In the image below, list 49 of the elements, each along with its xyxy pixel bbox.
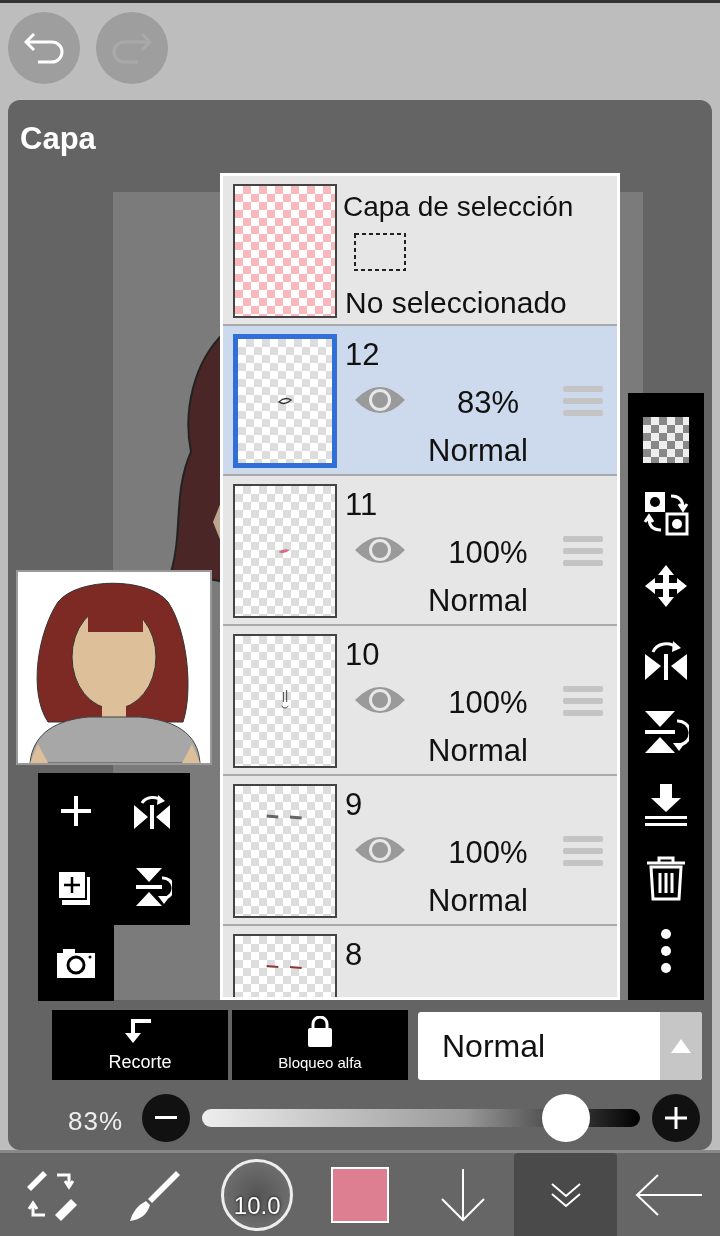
selection-layer-row[interactable]: Capa de selección No seleccionado (223, 176, 617, 326)
layer-opacity: 100% (447, 684, 529, 722)
decrease-button[interactable] (142, 1094, 190, 1142)
blend-mode-label: Normal (427, 732, 529, 770)
checkerboard-icon (643, 416, 689, 463)
caret-up-icon (671, 1039, 691, 1053)
layer-opacity: 100% (447, 534, 529, 572)
opacity-reading: 83% (68, 1105, 124, 1138)
layer-row[interactable]: 12 83% Normal (223, 326, 617, 476)
blend-mode-label: Normal (427, 582, 529, 620)
minus-icon (155, 1116, 177, 1120)
blend-mode-label: Normal (427, 882, 529, 920)
layer-number: 8 (345, 936, 363, 974)
selection-icon (353, 232, 407, 272)
layer-number: 10 (345, 636, 380, 674)
merge-down-icon (643, 781, 689, 828)
drag-handle-icon (563, 834, 603, 868)
flip-vertical-icon (643, 708, 689, 755)
opacity-slider[interactable] (202, 1094, 640, 1142)
layer-number: 11 (345, 486, 378, 524)
layer-row[interactable]: 11 100% Normal (223, 476, 617, 626)
drag-handle-icon (563, 684, 603, 718)
plus-icon (665, 1107, 687, 1129)
slider-thumb[interactable] (541, 1094, 590, 1142)
plus-icon (59, 794, 93, 828)
layer-row[interactable]: 10 100% Normal (223, 626, 617, 776)
back-arrow-icon (633, 1172, 704, 1217)
blend-mode-label: Normal (427, 432, 529, 470)
alpha-lock-icon (305, 1015, 335, 1048)
alpha-lock-button[interactable]: Bloqueo alfa (232, 1010, 408, 1080)
selection-status: No seleccionado (345, 285, 567, 321)
layer-number: 12 (345, 336, 380, 374)
drag-handle-icon (563, 384, 603, 418)
layer-row[interactable]: 8 (223, 926, 617, 997)
camera-icon (55, 947, 97, 979)
drag-handle-icon (563, 534, 603, 568)
layer-name: Capa de selección (343, 190, 574, 224)
increase-button[interactable] (652, 1094, 700, 1142)
layer-opacity: 100% (447, 834, 529, 872)
layer-opacity: 83% (455, 384, 520, 422)
blend-mode-dropdown[interactable]: Normal (418, 1012, 702, 1080)
swap-squares-icon (643, 489, 689, 536)
clipping-button[interactable]: Recorte (52, 1010, 228, 1080)
camera-button[interactable] (38, 925, 114, 1001)
more-vertical-icon (659, 927, 673, 974)
panel-title: Capa (20, 120, 96, 158)
layer-row[interactable]: 9 100% Normal (223, 776, 617, 926)
layer-number: 9 (345, 786, 363, 824)
undo-arrow-icon (24, 32, 64, 64)
